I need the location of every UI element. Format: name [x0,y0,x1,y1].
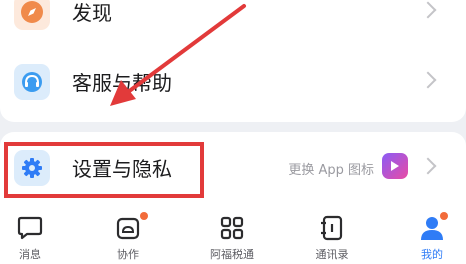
cloud-doc-icon [116,217,140,240]
grid-apps-icon [220,216,244,240]
bottom-tab-bar: 消息 协作 阿福税通 通讯录 我的 [0,204,466,264]
tab-label: 协作 [117,248,139,261]
tab-afu-tax[interactable]: 阿福税通 [192,204,272,264]
tab-me[interactable]: 我的 [392,204,466,264]
tab-label: 阿福税通 [210,248,254,261]
notification-dot [440,212,448,220]
tab-contacts[interactable]: 通讯录 [292,204,372,264]
notification-dot [140,212,148,220]
tab-messages[interactable]: 消息 [0,204,70,264]
tab-collaboration[interactable]: 协作 [88,204,168,264]
contacts-book-icon [321,215,343,241]
message-icon [17,216,43,240]
tab-label: 消息 [19,248,41,261]
tab-label: 我的 [421,248,443,261]
tab-label: 通讯录 [315,248,349,261]
